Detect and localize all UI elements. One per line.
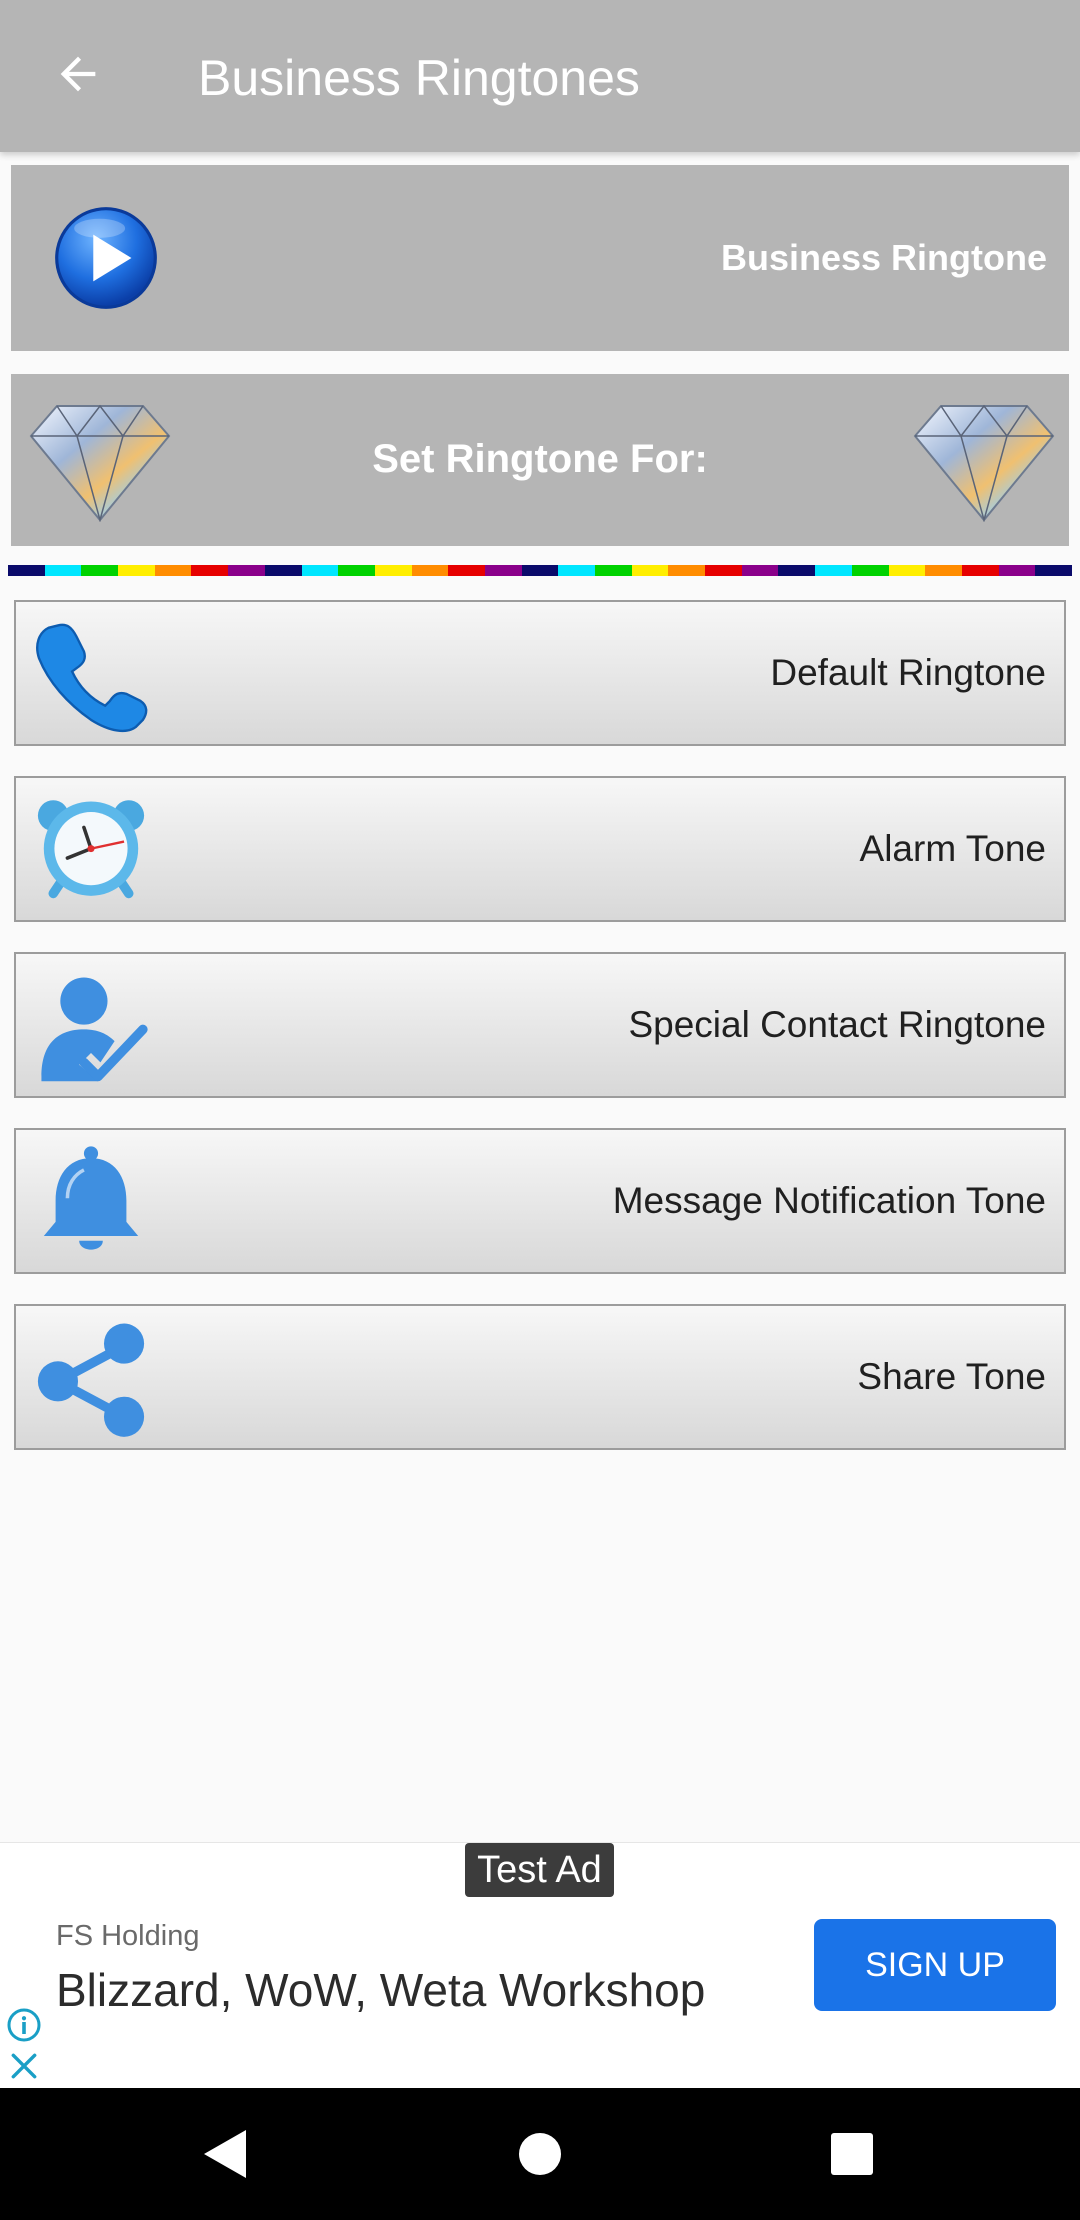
default-ringtone-button[interactable]: Default Ringtone [14,600,1066,746]
share-icon [37,1323,145,1437]
ad-advertiser: FS Holding [56,1920,200,1952]
system-navigation-bar [0,2088,1080,2220]
ad-headline[interactable]: Blizzard, WoW, Weta Workshop [56,1961,705,2019]
color-segment [44,565,82,576]
option-label: Share Tone [857,1356,1046,1397]
color-segment [778,565,816,576]
info-icon[interactable] [6,2007,42,2043]
nav-back-icon[interactable] [196,2124,256,2184]
color-segment [631,565,669,576]
nav-recents-icon[interactable] [822,2124,882,2184]
nav-home-icon[interactable] [510,2124,570,2184]
color-segment [264,565,302,576]
share-tone-button[interactable]: Share Tone [14,1304,1066,1450]
ad-banner[interactable]: Test Ad FS Holding Blizzard, WoW, Weta W… [0,1842,1080,2089]
sign-up-button[interactable]: SIGN UP [814,1919,1056,2011]
option-label: Alarm Tone [859,828,1046,869]
color-divider [8,565,1072,576]
play-circle-icon [55,207,157,309]
close-icon[interactable] [8,2050,40,2082]
color-segment [558,565,595,576]
color-segment [8,565,45,576]
color-segment [118,565,155,576]
message-notification-tone-button[interactable]: Message Notification Tone [14,1128,1066,1274]
alarm-clock-icon [37,800,145,899]
color-segment [961,565,999,576]
set-ringtone-banner: Set Ringtone For: [11,374,1069,546]
color-segment [374,565,412,576]
special-contact-ringtone-button[interactable]: Special Contact Ringtone [14,952,1066,1098]
color-segment [154,565,192,576]
color-segment [668,565,706,576]
color-segment [741,565,779,576]
color-segment [301,565,339,576]
color-segment [191,565,229,576]
phone-icon [36,623,148,733]
color-segment [448,565,485,576]
color-segment [484,565,522,576]
option-label: Default Ringtone [770,652,1046,693]
color-segment [815,565,852,576]
color-segment [81,565,119,576]
color-segment [411,565,449,576]
color-segment [705,565,742,576]
ringtone-name: Business Ringtone [720,237,1047,278]
color-segment [888,565,926,576]
play-ringtone-banner[interactable]: Business Ringtone [11,165,1069,351]
color-segment [851,565,889,576]
app-bar: Business Ringtones [0,0,1080,152]
color-segment [521,565,559,576]
arrow-left-icon [60,56,96,92]
back-button[interactable] [40,36,116,112]
contact-check-icon [41,977,148,1082]
color-segment [595,565,632,576]
bell-icon [43,1146,139,1250]
color-segment [925,565,962,576]
test-ad-badge: Test Ad [465,1843,614,1897]
alarm-tone-button[interactable]: Alarm Tone [14,776,1066,922]
color-segment [228,565,265,576]
color-segment [998,565,1036,576]
diamond-icon [913,404,1055,522]
color-segment [338,565,375,576]
option-label: Message Notification Tone [612,1180,1046,1221]
option-label: Special Contact Ringtone [628,1004,1046,1045]
color-segment [1035,565,1072,576]
page-title: Business Ringtones [198,50,640,106]
